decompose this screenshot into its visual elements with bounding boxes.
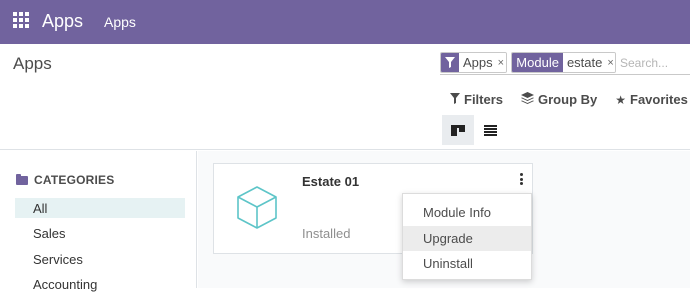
module-title: Estate 01: [302, 174, 360, 189]
list-view-button[interactable]: [474, 115, 506, 145]
search-options: Filters Group By ★ Favorites: [450, 92, 688, 107]
category-item-services[interactable]: Services: [15, 249, 185, 269]
folder-icon: [16, 173, 28, 185]
search-facet-module: Module estate ×: [511, 52, 616, 73]
star-icon: ★: [615, 92, 627, 107]
group-by-button[interactable]: Group By: [521, 92, 597, 107]
module-status: Installed: [302, 226, 351, 241]
category-item-accounting[interactable]: Accounting: [15, 275, 185, 295]
facet-value: Apps: [459, 53, 496, 72]
kanban-icon: [451, 124, 465, 136]
category-item-sales[interactable]: Sales: [15, 224, 185, 244]
filter-icon: [450, 92, 460, 107]
search-bar: Apps × Module estate ×: [440, 51, 690, 75]
app-brand[interactable]: Apps: [42, 11, 83, 32]
nav-menu-apps[interactable]: Apps: [104, 14, 136, 30]
control-panel: Apps Apps × Module estate × Filters Gr: [0, 44, 690, 150]
group-by-label: Group By: [538, 92, 598, 107]
search-facet-apps: Apps ×: [440, 52, 508, 73]
category-list: All Sales Services Accounting: [15, 198, 185, 300]
categories-sidebar: CATEGORIES All Sales Services Accounting: [0, 151, 197, 292]
cube-icon: [234, 184, 280, 230]
category-item-all[interactable]: All: [15, 198, 185, 218]
facet-label: Module: [512, 53, 563, 72]
categories-title: CATEGORIES: [34, 173, 115, 187]
filter-icon: [441, 53, 459, 72]
top-navbar: Apps Apps: [0, 0, 690, 44]
menu-item-upgrade[interactable]: Upgrade: [403, 225, 531, 251]
apps-grid-icon[interactable]: [13, 12, 29, 28]
list-icon: [483, 124, 497, 136]
breadcrumb: Apps: [13, 54, 52, 73]
categories-header: CATEGORIES: [16, 173, 114, 187]
menu-item-uninstall[interactable]: Uninstall: [403, 251, 531, 277]
layers-icon: [521, 92, 535, 107]
facet-remove-icon[interactable]: ×: [605, 53, 616, 72]
card-dropdown-menu: Module Info Upgrade Uninstall: [402, 193, 532, 280]
search-input[interactable]: [620, 52, 690, 73]
facet-value: estate: [562, 53, 606, 72]
filters-label: Filters: [464, 92, 504, 107]
favorites-button[interactable]: ★ Favorites: [615, 92, 688, 107]
favorites-label: Favorites: [630, 92, 688, 107]
card-menu-icon[interactable]: [516, 172, 526, 186]
menu-item-module-info[interactable]: Module Info: [403, 200, 531, 226]
facet-remove-icon[interactable]: ×: [495, 53, 507, 72]
filters-button[interactable]: Filters: [450, 92, 503, 107]
view-switcher: [442, 115, 506, 145]
kanban-view-button[interactable]: [442, 115, 474, 145]
